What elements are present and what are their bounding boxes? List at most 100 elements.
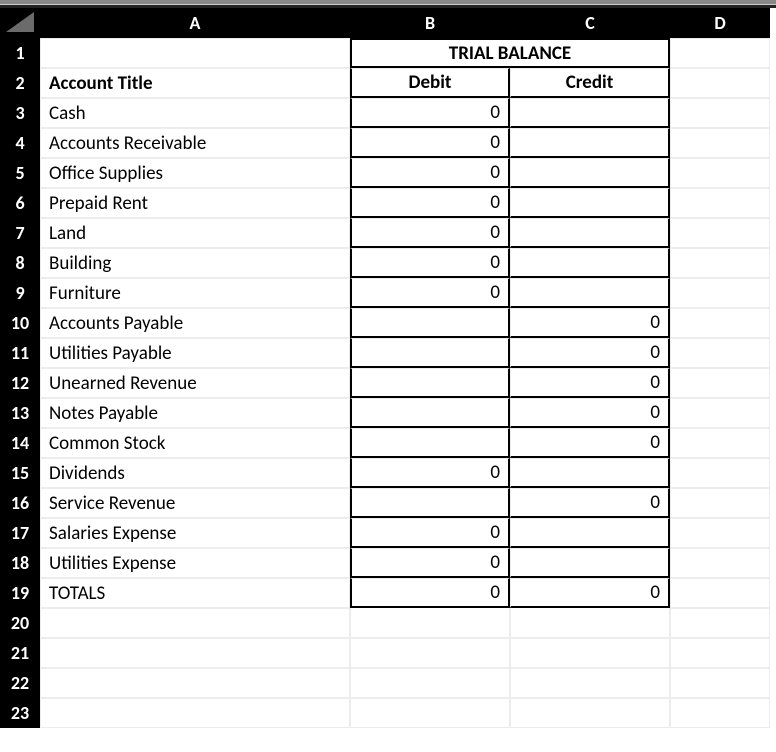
column-header-b[interactable]: B	[350, 8, 510, 38]
cell-b6[interactable]: 0	[350, 188, 510, 218]
row-header-14[interactable]: 14	[0, 428, 40, 458]
cell-b23[interactable]	[350, 698, 510, 728]
cell-a10[interactable]: Accounts Payable	[40, 308, 350, 338]
row-header-21[interactable]: 21	[0, 638, 40, 668]
cell-b20[interactable]	[350, 608, 510, 638]
row-header-6[interactable]: 6	[0, 188, 40, 218]
cell-d5[interactable]	[670, 158, 770, 188]
cell-a4[interactable]: Accounts Receivable	[40, 128, 350, 158]
cell-d12[interactable]	[670, 368, 770, 398]
column-header-d[interactable]: D	[670, 8, 770, 38]
cell-c4[interactable]	[510, 128, 670, 158]
cell-c11[interactable]: 0	[510, 338, 670, 368]
cell-c19-totals[interactable]: 0	[510, 578, 670, 608]
cell-d14[interactable]	[670, 428, 770, 458]
cell-c9[interactable]	[510, 278, 670, 308]
cell-d4[interactable]	[670, 128, 770, 158]
row-header-3[interactable]: 3	[0, 98, 40, 128]
cell-b16[interactable]	[350, 488, 510, 518]
row-header-9[interactable]: 9	[0, 278, 40, 308]
row-header-15[interactable]: 15	[0, 458, 40, 488]
cell-c14[interactable]: 0	[510, 428, 670, 458]
cell-d18[interactable]	[670, 548, 770, 578]
row-header-12[interactable]: 12	[0, 368, 40, 398]
cell-b14[interactable]	[350, 428, 510, 458]
cell-d16[interactable]	[670, 488, 770, 518]
cell-a18[interactable]: Utilities Expense	[40, 548, 350, 578]
cell-c12[interactable]: 0	[510, 368, 670, 398]
cell-a5[interactable]: Office Supplies	[40, 158, 350, 188]
cell-d8[interactable]	[670, 248, 770, 278]
column-header-c[interactable]: C	[510, 8, 670, 38]
row-header-8[interactable]: 8	[0, 248, 40, 278]
row-header-2[interactable]: 2	[0, 68, 40, 98]
cell-c3[interactable]	[510, 98, 670, 128]
cell-d6[interactable]	[670, 188, 770, 218]
cell-c21[interactable]	[510, 638, 670, 668]
cell-d9[interactable]	[670, 278, 770, 308]
cell-a13[interactable]: Notes Payable	[40, 398, 350, 428]
cell-b22[interactable]	[350, 668, 510, 698]
cell-b2-debit-header[interactable]: Debit	[350, 68, 510, 98]
cell-d19[interactable]	[670, 578, 770, 608]
row-header-19[interactable]: 19	[0, 578, 40, 608]
cell-c22[interactable]	[510, 668, 670, 698]
cell-a16[interactable]: Service Revenue	[40, 488, 350, 518]
cell-b10[interactable]	[350, 308, 510, 338]
cell-d20[interactable]	[670, 608, 770, 638]
row-header-5[interactable]: 5	[0, 158, 40, 188]
cell-c13[interactable]: 0	[510, 398, 670, 428]
cell-a7[interactable]: Land	[40, 218, 350, 248]
cell-b8[interactable]: 0	[350, 248, 510, 278]
cell-d23[interactable]	[670, 698, 770, 728]
row-header-7[interactable]: 7	[0, 218, 40, 248]
cell-a20[interactable]	[40, 608, 350, 638]
cell-b18[interactable]: 0	[350, 548, 510, 578]
cell-b12[interactable]	[350, 368, 510, 398]
cell-a23[interactable]	[40, 698, 350, 728]
cell-b7[interactable]: 0	[350, 218, 510, 248]
cell-a15[interactable]: Dividends	[40, 458, 350, 488]
cell-a8[interactable]: Building	[40, 248, 350, 278]
cell-d2[interactable]	[670, 68, 770, 98]
cell-c16[interactable]: 0	[510, 488, 670, 518]
cell-d7[interactable]	[670, 218, 770, 248]
cell-c8[interactable]	[510, 248, 670, 278]
cell-c17[interactable]	[510, 518, 670, 548]
cell-a9[interactable]: Furniture	[40, 278, 350, 308]
cell-c20[interactable]	[510, 608, 670, 638]
cell-a19-totals[interactable]: TOTALS	[40, 578, 350, 608]
cell-a17[interactable]: Salaries Expense	[40, 518, 350, 548]
cell-d21[interactable]	[670, 638, 770, 668]
cell-b15[interactable]: 0	[350, 458, 510, 488]
cell-b19-totals[interactable]: 0	[350, 578, 510, 608]
column-header-a[interactable]: A	[40, 8, 350, 38]
row-header-11[interactable]: 11	[0, 338, 40, 368]
cell-a21[interactable]	[40, 638, 350, 668]
cell-c15[interactable]	[510, 458, 670, 488]
cell-d15[interactable]	[670, 458, 770, 488]
cell-b13[interactable]	[350, 398, 510, 428]
cell-a1[interactable]	[40, 38, 350, 68]
row-header-13[interactable]: 13	[0, 398, 40, 428]
cell-c18[interactable]	[510, 548, 670, 578]
row-header-17[interactable]: 17	[0, 518, 40, 548]
cell-a14[interactable]: Common Stock	[40, 428, 350, 458]
cell-a12[interactable]: Unearned Revenue	[40, 368, 350, 398]
select-all-corner[interactable]	[0, 8, 40, 38]
cell-c10[interactable]: 0	[510, 308, 670, 338]
cell-d17[interactable]	[670, 518, 770, 548]
cell-b11[interactable]	[350, 338, 510, 368]
row-header-1[interactable]: 1	[0, 38, 40, 68]
row-header-18[interactable]: 18	[0, 548, 40, 578]
cell-c7[interactable]	[510, 218, 670, 248]
cell-d22[interactable]	[670, 668, 770, 698]
cell-d3[interactable]	[670, 98, 770, 128]
cell-d1[interactable]	[670, 38, 770, 68]
row-header-20[interactable]: 20	[0, 608, 40, 638]
cell-d11[interactable]	[670, 338, 770, 368]
cell-a6[interactable]: Prepaid Rent	[40, 188, 350, 218]
cell-a3[interactable]: Cash	[40, 98, 350, 128]
cell-b21[interactable]	[350, 638, 510, 668]
cell-c6[interactable]	[510, 188, 670, 218]
